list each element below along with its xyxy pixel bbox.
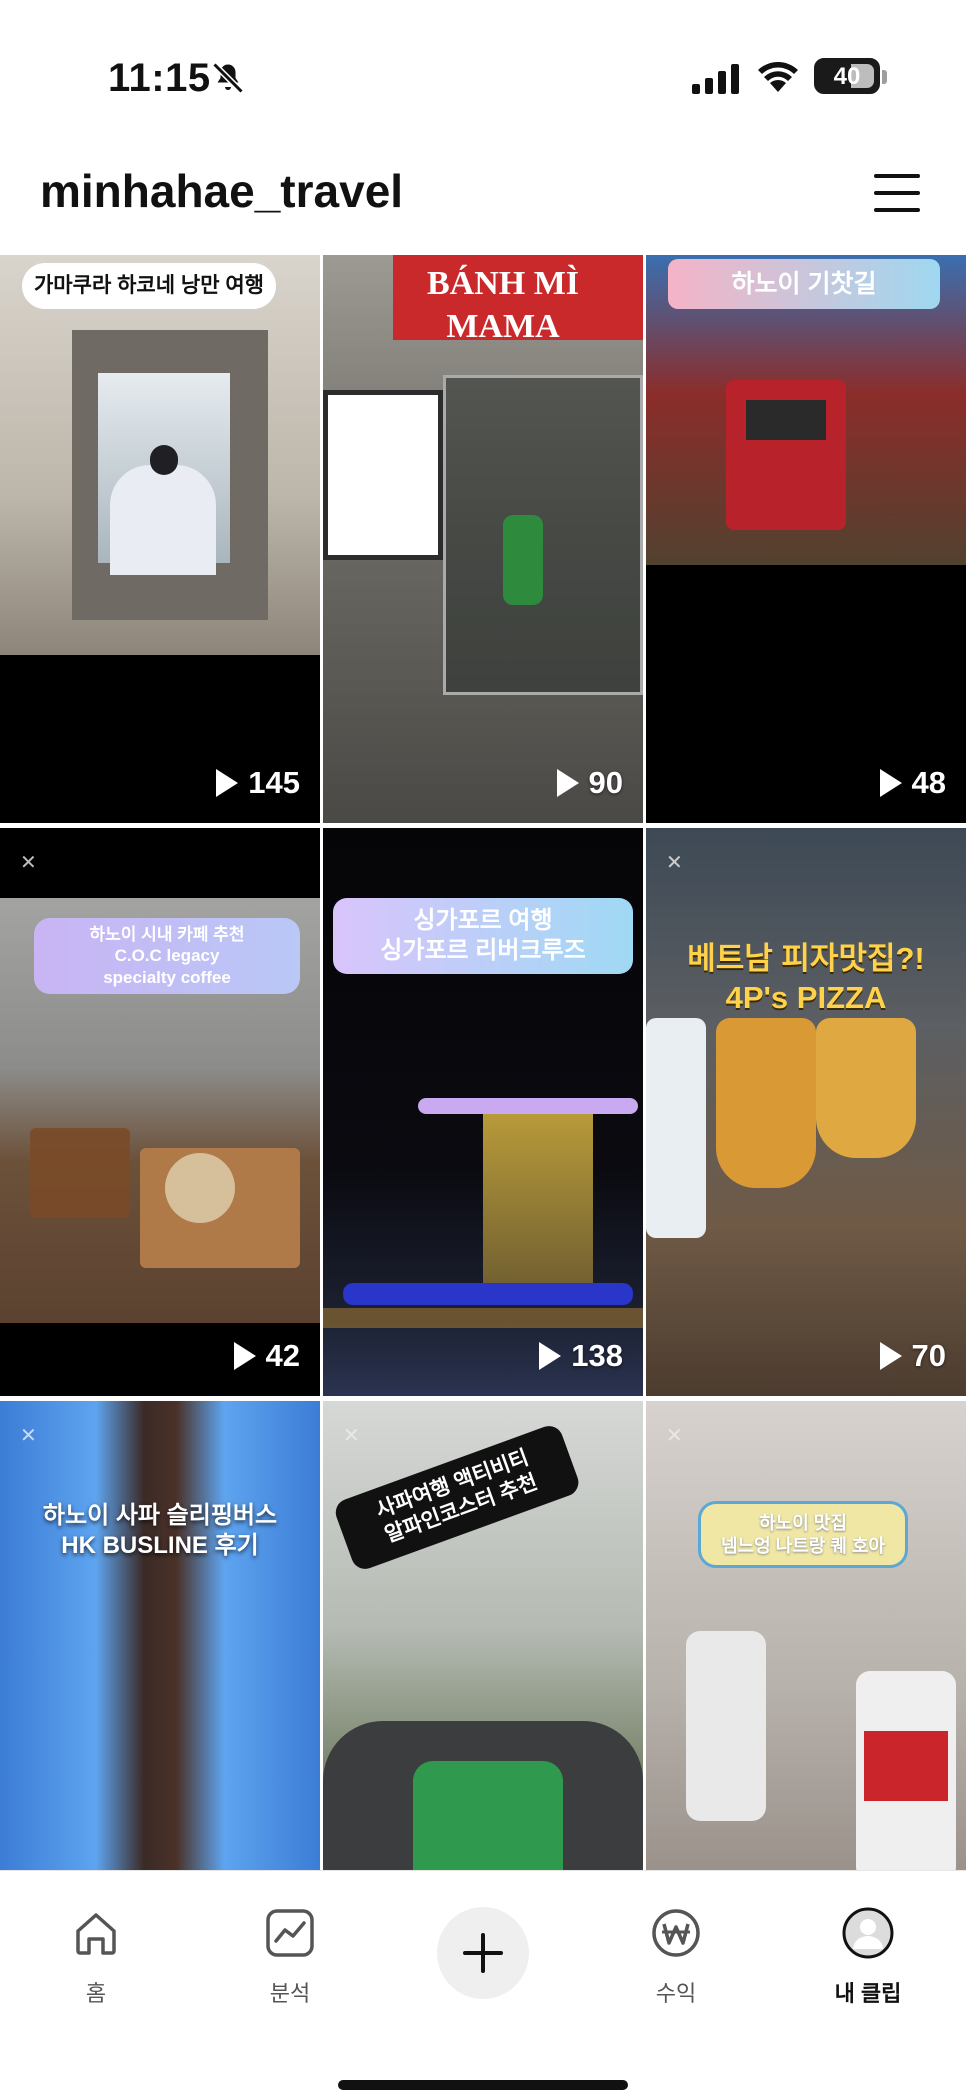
nav-my-clips[interactable]: 내 클립 [808,1907,928,2008]
create-clip-button[interactable] [437,1907,529,1999]
play-icon [233,1342,256,1370]
video-caption: 하노이 맛집 넴느엉 나트랑 퀘 호아 [698,1501,908,1568]
home-icon [76,1913,116,1955]
play-icon [216,769,239,797]
reel-badge-icon: ✕ [20,1425,37,1447]
view-count: 90 [556,765,623,801]
video-caption: 하노이 사파 슬리핑버스 HK BUSLINE 후기 [42,1502,278,1559]
video-caption: 하노이 시내 카페 추천 C.O.C legacy specialty coff… [34,918,300,994]
video-tile[interactable]: BÁNH MÌ MAMA 90 [323,255,643,823]
video-tile[interactable]: 하노이 기찻길 48 [646,255,966,823]
nav-home-label: 홈 [85,1981,107,2006]
username-title: minhahae_travel [40,165,404,217]
video-tile[interactable]: 가마쿠라 하코네 낭만 여행 145 [0,255,320,823]
analytics-icon [266,1909,314,1957]
plus-icon [463,1933,503,1973]
battery-nub [882,70,887,84]
wifi-icon [758,62,798,92]
play-icon [879,1342,902,1370]
video-caption: 베트남 피자맛집?! 4P's PIZZA [687,941,925,1015]
nav-revenue[interactable]: 수익 [616,1907,736,2008]
video-tile[interactable]: ✕ 베트남 피자맛집?! 4P's PIZZA 70 [646,828,966,1396]
play-icon [879,769,902,797]
view-count: 48 [879,765,946,801]
view-count: 145 [216,765,300,801]
nav-home[interactable]: 홈 [36,1907,156,2008]
bottom-nav: 홈 분석 수익 내 클립 [0,1870,966,2100]
video-caption: 하노이 기찻길 [668,259,940,309]
view-count: 70 [879,1338,946,1374]
nav-my-clips-label: 내 클립 [834,1981,902,2006]
signal-icon [692,64,739,94]
nav-analytics-label: 분석 [269,1981,311,2006]
play-icon [556,769,579,797]
reel-badge-icon: ✕ [666,1425,683,1447]
video-caption: 싱가포르 여행 싱가포르 리버크루즈 [333,898,633,974]
video-caption: BÁNH MÌ MAMA [426,265,580,345]
view-count: 42 [233,1338,300,1374]
bell-off-icon [212,62,244,94]
reel-badge-icon: ✕ [20,852,37,874]
status-time: 11:15 [108,56,211,100]
menu-button[interactable] [872,168,922,218]
play-icon [539,1342,562,1370]
won-currency-icon [652,1909,700,1957]
video-caption: 가마쿠라 하코네 낭만 여행 [22,263,276,309]
status-bar: 11:15 40 [0,0,966,150]
reel-badge-icon: ✕ [666,852,683,874]
home-indicator[interactable] [338,2080,628,2090]
battery-icon: 40 [814,58,880,94]
nav-analytics[interactable]: 분석 [230,1907,350,2008]
video-tile[interactable]: 싱가포르 여행 싱가포르 리버크루즈 138 [323,828,643,1396]
video-tile[interactable]: ✕ 하노이 시내 카페 추천 C.O.C legacy specialty co… [0,828,320,1396]
battery-percent: 40 [833,63,861,90]
nav-revenue-label: 수익 [655,1981,697,2006]
avatar-icon [842,1907,894,1959]
reel-badge-icon: ✕ [343,1425,360,1447]
view-count: 138 [539,1338,623,1374]
